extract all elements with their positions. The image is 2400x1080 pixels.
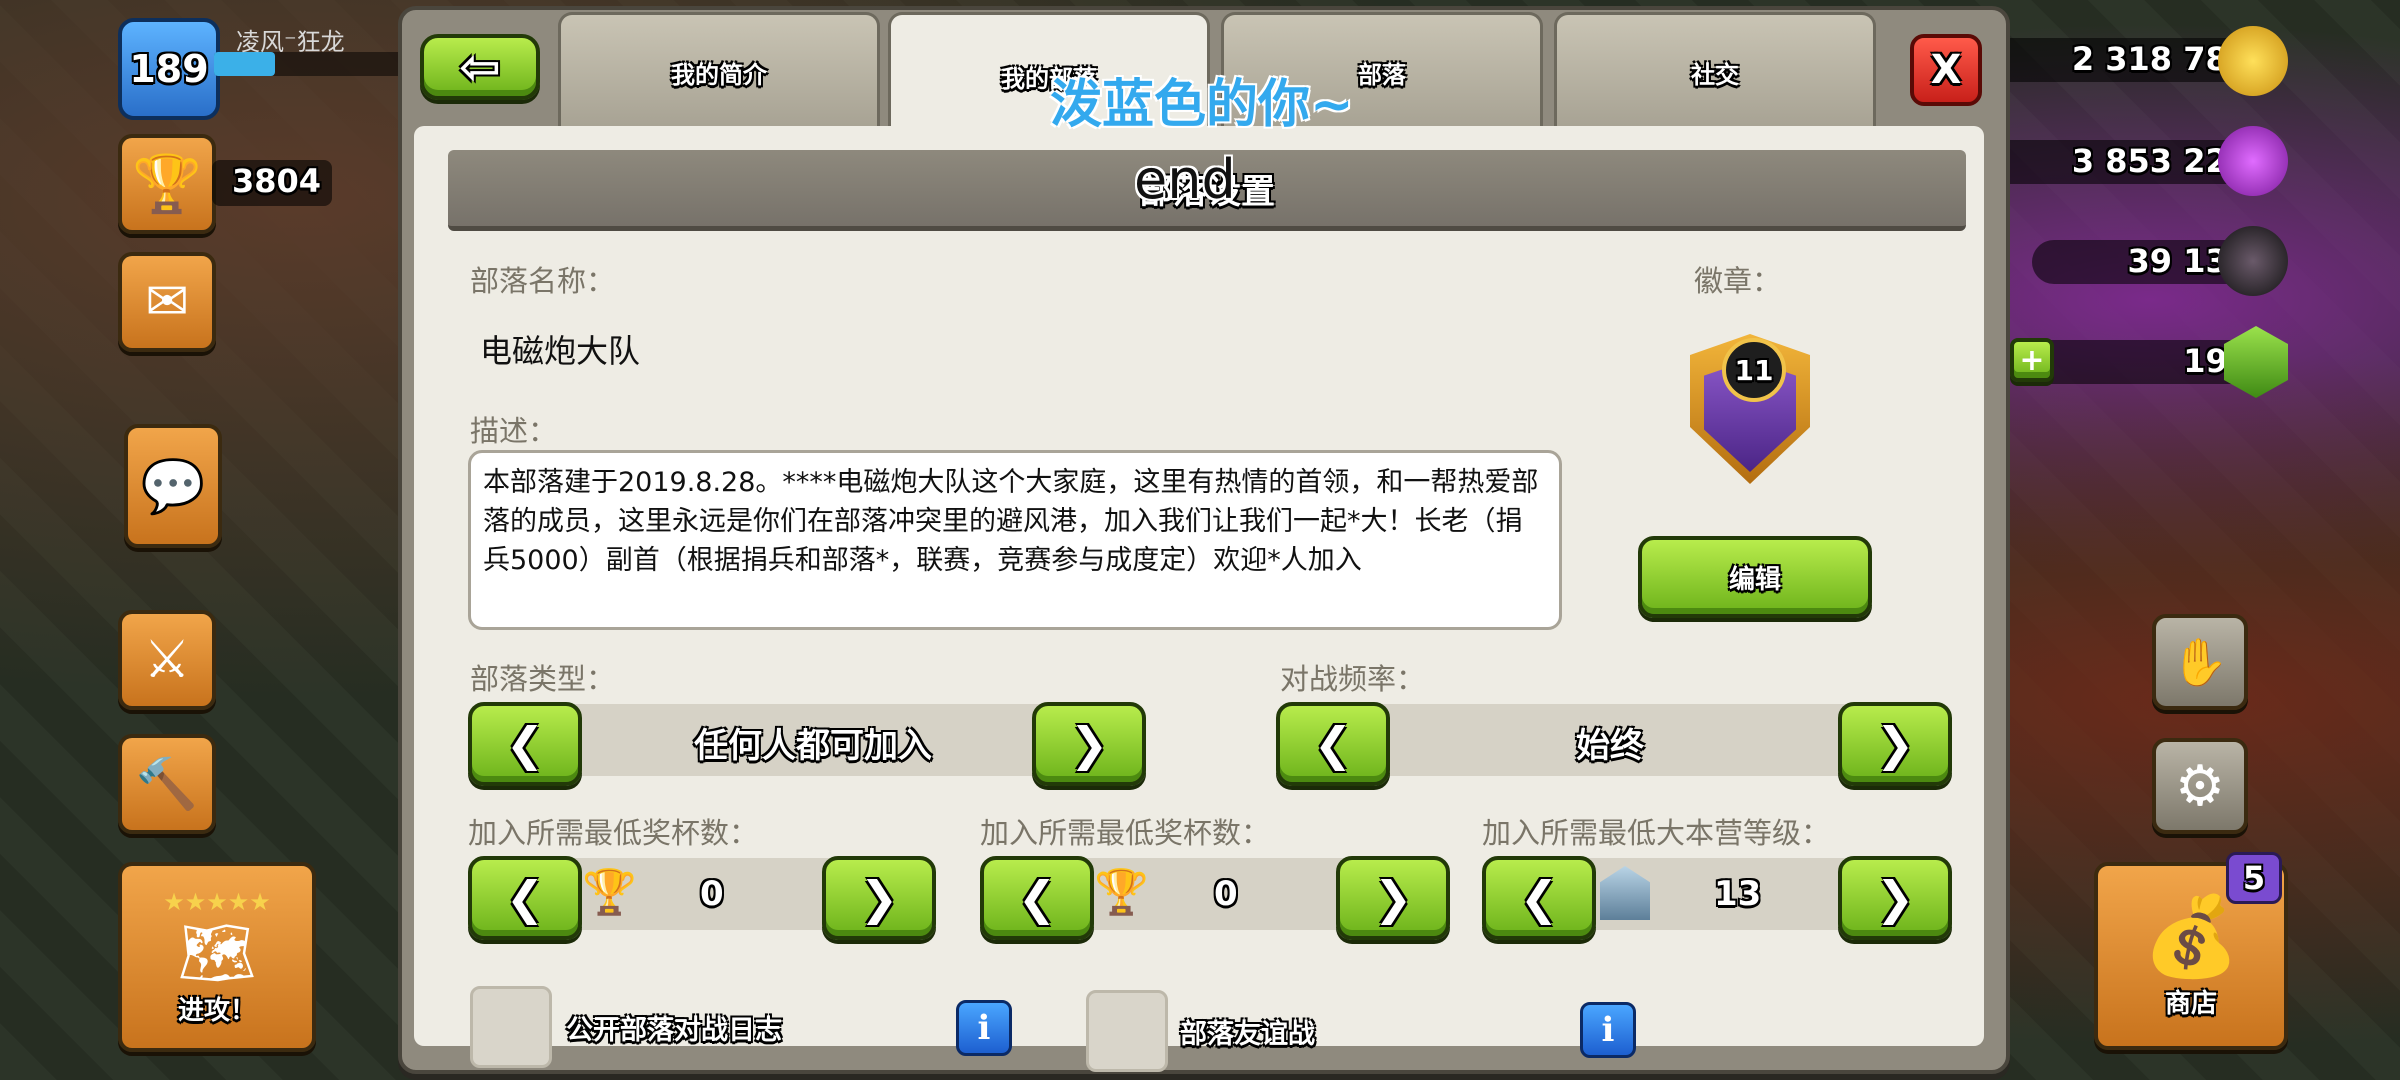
player-level: 189 bbox=[129, 47, 209, 91]
attack-label: 进攻！ bbox=[177, 995, 256, 1026]
war-frequency-prev-button[interactable]: ❮ bbox=[1276, 702, 1390, 786]
chevron-right-icon: ❯ bbox=[859, 871, 899, 925]
chevron-right-icon: ❯ bbox=[1875, 871, 1915, 925]
description-text: 本部落建于2019.8.28。****电磁炮大队这个大家庭，这里有热情的首领，和… bbox=[483, 467, 1539, 576]
chevron-left-icon: ❮ bbox=[505, 871, 545, 925]
public-war-log-info-button[interactable]: i bbox=[956, 1000, 1012, 1056]
min-builder-trophies-value: 0 bbox=[1214, 874, 1238, 914]
end-overlay: end bbox=[1134, 148, 1236, 211]
min-townhall-prev-button[interactable]: ❮ bbox=[1482, 856, 1596, 940]
buy-gems-button[interactable]: + bbox=[2010, 338, 2054, 382]
back-arrow-icon: ⇦ bbox=[459, 38, 501, 96]
min-trophies-value: 0 bbox=[700, 874, 724, 914]
clan-type-next-button[interactable]: ❯ bbox=[1032, 702, 1146, 786]
shop-label: 商店 bbox=[2164, 989, 2217, 1019]
watermark-overlay: 泼蓝色的你~ bbox=[1050, 75, 1354, 135]
gold-coin-icon bbox=[2218, 26, 2288, 96]
chevron-left-icon: ❮ bbox=[505, 717, 545, 771]
dark-elixir-drop-icon bbox=[2218, 226, 2288, 296]
chevron-left-icon: ❮ bbox=[1519, 871, 1559, 925]
min-builder-trophies-label: 加入所需最低奖杯数： bbox=[980, 816, 1271, 850]
coins-hammer-icon: 💰 bbox=[2142, 892, 2240, 982]
close-icon: X bbox=[1930, 47, 1962, 93]
crossed-swords-icon: ⚔ bbox=[143, 630, 191, 690]
badge-level-circle: 11 bbox=[1722, 338, 1786, 402]
hammer-icon: 🔨 bbox=[135, 754, 199, 813]
min-trophies-next-button[interactable]: ❯ bbox=[822, 856, 936, 940]
clan-type-value: 任何人都可加入 bbox=[694, 726, 932, 766]
stars-icon: ★★★★★ bbox=[163, 887, 271, 916]
elixir-drop-icon bbox=[2218, 126, 2288, 196]
min-townhall-next-button[interactable]: ❯ bbox=[1838, 856, 1952, 940]
min-trophies-label: 加入所需最低奖杯数： bbox=[468, 816, 759, 850]
gear-icon: ⚙ bbox=[2174, 753, 2226, 819]
shop-badge: 5 bbox=[2226, 852, 2282, 904]
public-war-log-label: 公开部落对战日志 bbox=[566, 1015, 782, 1046]
edit-badge-button[interactable]: 编辑 bbox=[1638, 536, 1872, 618]
public-war-log-checkbox[interactable] bbox=[470, 986, 552, 1068]
player-name: 凌风⁻狂龙 bbox=[236, 28, 345, 56]
clan-name[interactable]: 电磁炮大队 bbox=[480, 326, 640, 372]
chat-bubble-icon: 💬 bbox=[140, 456, 206, 517]
builder-trophy-icon: 🏆 bbox=[1094, 867, 1149, 918]
envelope-icon: ✉ bbox=[145, 272, 189, 332]
war-frequency-label: 对战频率： bbox=[1280, 662, 1426, 696]
chevron-right-icon: ❯ bbox=[1875, 717, 1915, 771]
tab-social[interactable]: 社交 bbox=[1554, 12, 1876, 129]
friendly-war-info-button[interactable]: i bbox=[1580, 1002, 1636, 1058]
min-townhall-value: 13 bbox=[1714, 874, 1762, 914]
hand-arrows-icon: ✋ bbox=[2171, 634, 2229, 689]
chat-button[interactable]: 💬 bbox=[124, 424, 222, 548]
clan-name-label: 部落名称： bbox=[470, 264, 616, 298]
war-frequency-next-button[interactable]: ❯ bbox=[1838, 702, 1952, 786]
edit-layout-button[interactable]: ✋ bbox=[2152, 614, 2248, 710]
army-button[interactable]: 🔨 bbox=[118, 734, 216, 834]
back-button[interactable]: ⇦ bbox=[420, 34, 540, 100]
attack-button[interactable]: ★★★★★ 🗺 进攻！ bbox=[118, 862, 316, 1052]
close-button[interactable]: X bbox=[1910, 34, 1982, 106]
badge-label: 徽章： bbox=[1694, 264, 1782, 298]
settings-button[interactable]: ⚙ bbox=[2152, 738, 2248, 834]
trophy-icon: 🏆 bbox=[132, 152, 202, 217]
chevron-left-icon: ❮ bbox=[1313, 717, 1353, 771]
friendly-war-checkbox[interactable] bbox=[1086, 990, 1168, 1072]
description-label: 描述： bbox=[470, 414, 558, 448]
min-townhall-label: 加入所需最低大本营等级： bbox=[1482, 816, 1831, 850]
badge-level: 11 bbox=[1734, 353, 1774, 387]
chevron-right-icon: ❯ bbox=[1373, 871, 1413, 925]
trophy-button[interactable]: 🏆 bbox=[118, 134, 216, 234]
min-builder-trophies-prev-button[interactable]: ❮ bbox=[980, 856, 1094, 940]
map-icon: 🗺 bbox=[177, 915, 257, 989]
mail-button[interactable]: ✉ bbox=[118, 252, 216, 352]
clan-war-button[interactable]: ⚔ bbox=[118, 610, 216, 710]
edit-label: 编辑 bbox=[1728, 564, 1781, 595]
min-trophies-prev-button[interactable]: ❮ bbox=[468, 856, 582, 940]
min-builder-trophies-next-button[interactable]: ❯ bbox=[1336, 856, 1450, 940]
player-level-badge[interactable]: 189 bbox=[118, 18, 220, 120]
clan-type-prev-button[interactable]: ❮ bbox=[468, 702, 582, 786]
tab-my-profile[interactable]: 我的简介 bbox=[558, 12, 880, 129]
plus-icon: + bbox=[2019, 342, 2045, 378]
friendly-war-label: 部落友谊战 bbox=[1180, 1019, 1315, 1050]
chevron-left-icon: ❮ bbox=[1017, 871, 1057, 925]
clan-type-label: 部落类型： bbox=[470, 662, 616, 696]
chevron-right-icon: ❯ bbox=[1069, 717, 1109, 771]
trophy-count: 3804 bbox=[232, 162, 322, 200]
description-field[interactable]: 本部落建于2019.8.28。****电磁炮大队这个大家庭，这里有热情的首领，和… bbox=[468, 450, 1562, 630]
trophy-icon: 🏆 bbox=[582, 867, 637, 918]
war-frequency-value: 始终 bbox=[1576, 726, 1644, 766]
